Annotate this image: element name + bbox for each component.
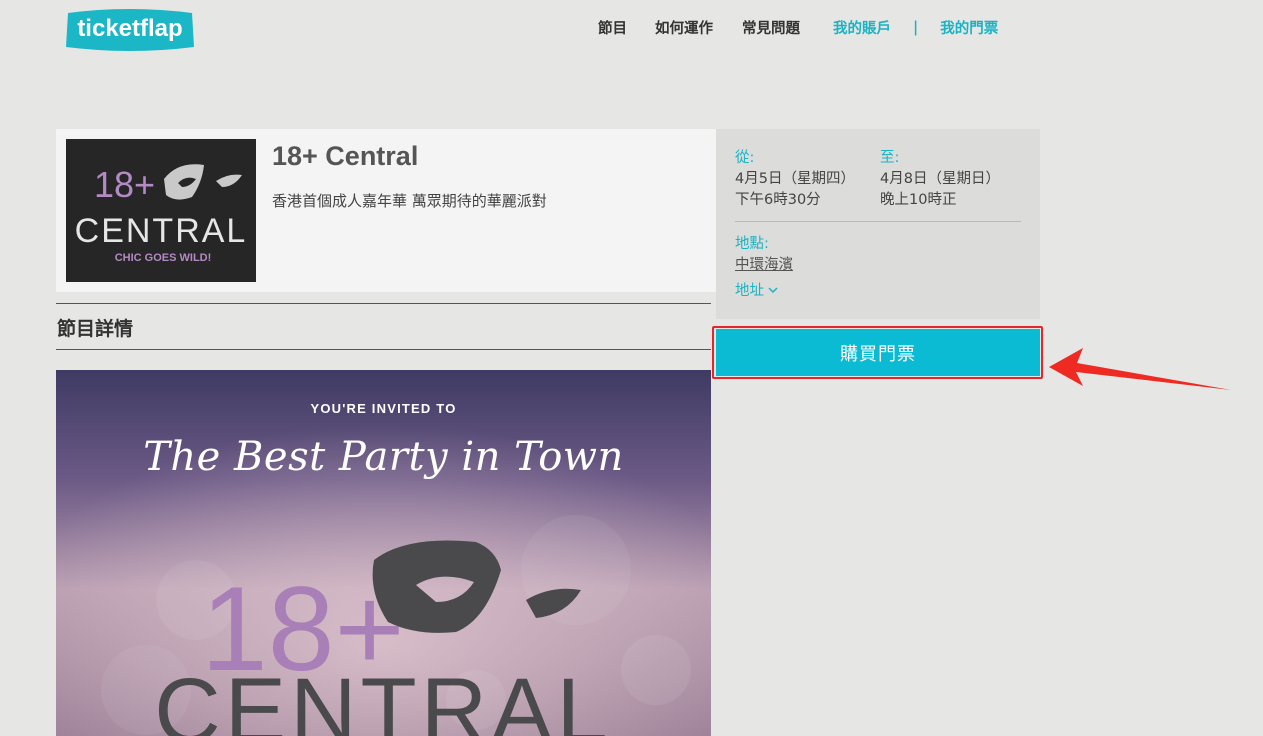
venue-label: 地點: [735,236,769,252]
nav-my-account[interactable]: 我的賬戶 [833,17,891,38]
details-bottom-rule [56,349,711,350]
buy-tickets-button[interactable]: 購買門票 [716,329,1040,376]
thumb-central: CENTRAL [75,212,248,250]
to-date: 4月8日（星期日） [880,171,1000,187]
nav-how-it-works[interactable]: 如何運作 [655,17,713,38]
end-datetime: 至: 4月8日（星期日） 晚上10時正 [880,148,1000,211]
address-toggle-label: 地址 [735,283,764,299]
nav-separator: | [913,18,919,36]
to-time: 晚上10時正 [880,192,957,208]
address-toggle[interactable]: 地址 [735,279,778,300]
nav-programs[interactable]: 節目 [598,17,627,38]
details-heading: 節目詳情 [57,318,134,340]
event-title: 18+ Central [272,141,419,171]
logo-text: ticketflap [77,15,182,42]
from-label: 從: [735,150,755,166]
event-info-panel: 從: 4月5日（星期四） 下午6時30分 至: 4月8日（星期日） 晚上10時正… [716,129,1040,319]
nav-my-tickets[interactable]: 我的門票 [940,17,998,38]
main-nav: 節目 如何運作 常見問題 我的賬戶 | 我的門票 [598,16,998,38]
poster-headline: The Best Party in Town [143,434,624,480]
event-poster: 18+ CENTRAL YOU'RE INVITED TO The Best P… [56,370,711,736]
nav-faq[interactable]: 常見問題 [742,17,800,38]
mask-icon [164,164,204,200]
thumb-tagline: CHIC GOES WILD! [115,252,212,264]
thumb-18plus: 18+ [94,164,155,205]
chevron-down-icon [768,282,778,298]
to-label: 至: [880,150,900,166]
poster-invite-text: YOU'RE INVITED TO [310,401,457,416]
details-top-rule [56,303,711,304]
venue-link[interactable]: 中環海濱 [735,253,793,274]
start-datetime: 從: 4月5日（星期四） 下午6時30分 [735,148,855,211]
event-thumbnail[interactable]: 18+ CENTRAL CHIC GOES WILD! [66,139,256,282]
info-divider [735,221,1021,222]
poster-central: CENTRAL [154,660,611,736]
from-time: 下午6時30分 [735,192,821,208]
ticketflap-logo[interactable]: ticketflap [64,7,196,53]
from-date: 4月5日（星期四） [735,171,855,187]
event-summary-card: 18+ CENTRAL CHIC GOES WILD! 18+ Central … [56,129,716,292]
event-subtitle: 香港首個成人嘉年華 萬眾期待的華麗派對 [272,192,547,210]
red-arrow-icon [1045,345,1235,394]
